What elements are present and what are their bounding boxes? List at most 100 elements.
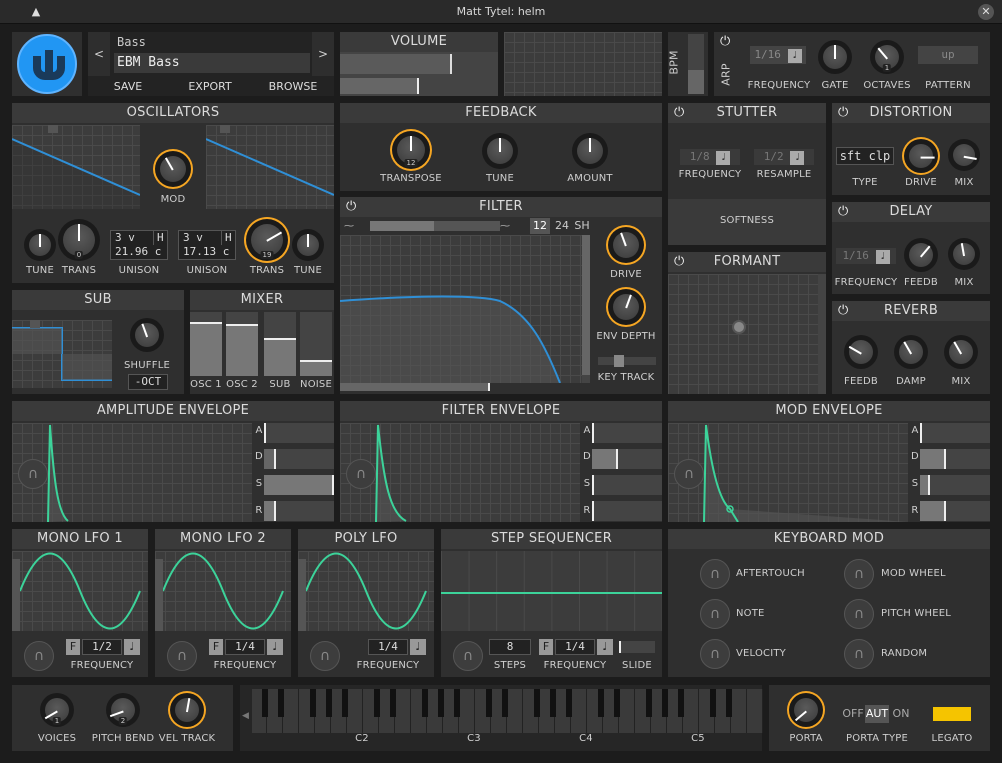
export-button[interactable]: EXPORT (170, 78, 250, 96)
feedback-tune-knob[interactable] (482, 133, 518, 169)
vel-track-knob[interactable] (170, 693, 204, 727)
mono-lfo2-sync-note-icon[interactable]: ♩ (267, 639, 283, 655)
filter-key-track-slider[interactable] (598, 357, 656, 365)
delay-power-icon[interactable]: ⏻ (838, 204, 848, 219)
sub-waveform[interactable] (12, 320, 112, 388)
filter-attack-slider[interactable] (592, 423, 662, 443)
mod-decay-slider[interactable] (920, 449, 990, 469)
delay-mix-knob[interactable] (948, 238, 980, 270)
note-mod-source-icon[interactable]: ∩ (700, 599, 730, 629)
white-key[interactable] (396, 689, 411, 733)
delay-frequency-value[interactable]: 1/16 ♩ (836, 248, 896, 264)
amp-release-slider[interactable] (264, 501, 334, 521)
poly-lfo-sync-note-icon[interactable]: ♩ (410, 639, 426, 655)
formant-xy-pad[interactable] (668, 274, 818, 394)
step-sequencer-frequency-value[interactable]: 1/4 (555, 639, 595, 655)
white-key[interactable] (460, 689, 475, 733)
mixer-osc1-slider[interactable] (190, 312, 222, 376)
mono-lfo2-free-button[interactable]: F (209, 639, 223, 655)
filter-envelope-graph[interactable] (340, 423, 580, 522)
osc1-trans-knob[interactable]: 0 (58, 219, 100, 261)
mixer-osc2-slider[interactable] (226, 312, 258, 376)
step-sequencer-sync-note-icon[interactable]: ♩ (597, 639, 613, 655)
pitch-wheel-mod-source-icon[interactable]: ∩ (844, 599, 874, 629)
distortion-type-value[interactable]: sft clp (836, 147, 894, 165)
arp-frequency-value[interactable]: 1/16 ♩ (750, 46, 806, 64)
porta-knob[interactable] (789, 693, 823, 727)
white-key[interactable] (348, 689, 363, 733)
filter-response-graph[interactable] (340, 235, 584, 383)
formant-power-icon[interactable]: ⏻ (674, 254, 684, 269)
mod-attack-slider[interactable] (920, 423, 990, 443)
stutter-frequency-value[interactable]: 1/8 ♩ (680, 149, 740, 165)
step-sequencer-mod-source-icon[interactable]: ∩ (453, 641, 483, 671)
mono-lfo1-free-button[interactable]: F (66, 639, 80, 655)
step-sequencer-steps-value[interactable]: 8 (489, 639, 531, 655)
filter-env-depth-knob[interactable] (608, 289, 644, 325)
mono-lfo1-waveform[interactable] (12, 551, 148, 631)
mono-lfo1-sync-note-icon[interactable]: ♩ (124, 639, 140, 655)
reverb-feedback-knob[interactable] (844, 335, 878, 369)
step-sequencer-slide-slider[interactable] (619, 641, 655, 653)
mono-lfo2-mod-source-icon[interactable]: ∩ (167, 641, 197, 671)
white-key[interactable] (572, 689, 587, 733)
mod-wheel-mod-source-icon[interactable]: ∩ (844, 559, 874, 589)
legato-toggle[interactable] (933, 707, 971, 721)
poly-lfo-mod-source-icon[interactable]: ∩ (310, 641, 340, 671)
mono-lfo1-mod-source-icon[interactable]: ∩ (24, 641, 54, 671)
osc2-trans-knob[interactable]: 19 (246, 219, 288, 261)
osc2-tune-knob[interactable] (292, 229, 324, 261)
mono-lfo2-waveform[interactable] (155, 551, 291, 631)
voices-knob[interactable]: 1 (40, 693, 74, 727)
filter-release-slider[interactable] (592, 501, 662, 521)
mixer-noise-slider[interactable] (300, 312, 332, 376)
mod-envelope-mod-source-icon[interactable]: ∩ (674, 459, 704, 489)
volume-slider[interactable] (340, 54, 452, 74)
filter-envelope-mod-source-icon[interactable]: ∩ (346, 459, 376, 489)
white-key[interactable] (732, 689, 747, 733)
reverb-damp-knob[interactable] (894, 335, 928, 369)
feedback-transpose-knob[interactable]: 12 (392, 131, 430, 169)
velocity-mod-source-icon[interactable]: ∩ (700, 639, 730, 669)
white-key[interactable] (684, 689, 699, 733)
osc1-unison[interactable]: 3 v H 21.96 c (110, 230, 168, 260)
sub-octave-value[interactable]: -OCT (128, 374, 168, 390)
arp-gate-knob[interactable] (818, 40, 852, 74)
poly-lfo-waveform[interactable] (298, 551, 434, 631)
filter-12db-button[interactable]: 12 (530, 218, 550, 234)
stutter-power-icon[interactable]: ⏻ (674, 105, 684, 120)
aftertouch-mod-source-icon[interactable]: ∩ (700, 559, 730, 589)
distortion-mix-knob[interactable] (948, 139, 980, 171)
osc2-harmonize[interactable]: H (221, 231, 232, 245)
osc2-unison[interactable]: 3 v H 17.13 c (178, 230, 236, 260)
arp-power-icon[interactable]: ⏻ (720, 34, 730, 49)
piano-keyboard[interactable] (252, 689, 763, 733)
distortion-power-icon[interactable]: ⏻ (838, 105, 848, 120)
close-icon[interactable]: ✕ (978, 4, 994, 20)
browse-button[interactable]: BROWSE (252, 78, 334, 96)
mod-sustain-slider[interactable] (920, 475, 990, 495)
prev-patch-button[interactable]: < (88, 32, 110, 76)
next-patch-button[interactable]: > (312, 32, 334, 76)
porta-on-button[interactable]: ON (889, 705, 913, 723)
filter-cutoff-slider[interactable] (340, 383, 490, 391)
osc2-waveform[interactable] (206, 125, 334, 209)
pitch-bend-knob[interactable]: 2 (106, 693, 140, 727)
osc1-harmonize[interactable]: H (153, 231, 164, 245)
mixer-sub-slider[interactable] (264, 312, 296, 376)
white-key[interactable] (620, 689, 635, 733)
delay-feedback-knob[interactable] (904, 238, 938, 272)
distortion-drive-knob[interactable] (904, 139, 938, 173)
filter-24db-button[interactable]: 24 (552, 218, 572, 234)
reverb-mix-knob[interactable] (944, 335, 978, 369)
amp-decay-slider[interactable] (264, 449, 334, 469)
arp-octaves-knob[interactable]: 1 (870, 40, 904, 74)
reverb-power-icon[interactable]: ⏻ (838, 303, 848, 318)
mono-lfo2-frequency-value[interactable]: 1/4 (225, 639, 265, 655)
osc1-waveform[interactable] (12, 125, 140, 209)
mod-release-slider[interactable] (920, 501, 990, 521)
porta-off-button[interactable]: OFF (841, 705, 865, 723)
filter-power-icon[interactable]: ⏻ (346, 199, 356, 214)
mono-lfo1-frequency-value[interactable]: 1/2 (82, 639, 122, 655)
osc-mod-knob[interactable] (155, 151, 191, 187)
